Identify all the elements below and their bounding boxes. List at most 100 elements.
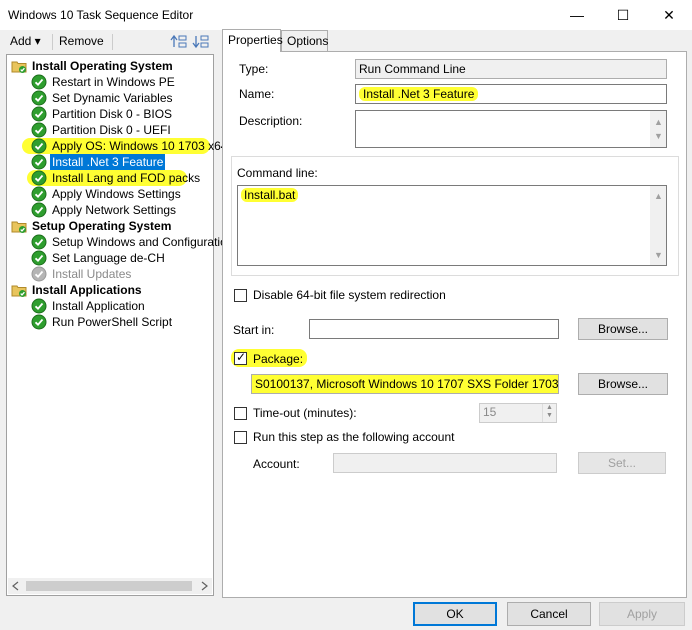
apply-button: Apply [599,602,685,626]
run-as-account-checkbox[interactable] [234,431,247,444]
green-check-icon [31,122,47,138]
browse-label: Browse... [597,322,648,336]
add-button[interactable]: Add ▾ [10,34,41,48]
tree-group-label: Install Operating System [32,59,173,73]
tree-item-install-lang-fod[interactable]: Install Lang and FOD packs [27,170,200,186]
green-check-icon [31,154,47,170]
checkmark-icon: ✓ [236,350,247,364]
disabled-check-icon [31,266,47,282]
green-check-icon [31,74,47,90]
maximize-button[interactable]: ☐ [600,0,646,30]
set-account-button: Set... [578,452,666,474]
apply-label: Apply [626,607,658,621]
package-value: S0100137, Microsoft Windows 10 1707 SXS … [255,377,559,391]
green-check-icon [31,202,47,218]
tree-horizontal-scrollbar[interactable] [8,578,212,594]
close-icon: ✕ [663,6,675,23]
minimize-button[interactable]: — [554,0,600,30]
tree-item-label: Apply OS: Windows 10 1703 x64 [52,139,228,153]
move-up-icon[interactable] [170,34,188,50]
name-label: Name: [239,87,275,101]
description-label: Description: [239,114,303,128]
move-down-icon[interactable] [192,34,210,50]
ok-label: OK [446,607,464,621]
folder-icon [11,58,27,74]
toolbar-divider [52,34,53,50]
green-check-icon [31,170,47,186]
tree-item-label: Run PowerShell Script [52,315,173,329]
command-line-scrollbar[interactable]: ▲ ▼ [650,186,666,265]
tree-item-label: Install Application [52,299,145,313]
start-in-browse-button[interactable]: Browse... [578,318,668,340]
toolbar-divider [112,34,113,50]
green-check-icon [31,90,47,106]
name-value: Install .Net 3 Feature [359,87,479,101]
package-field: S0100137, Microsoft Windows 10 1707 SXS … [251,374,559,394]
type-label: Type: [239,62,269,76]
type-field: Run Command Line [355,59,667,79]
timeout-checkbox[interactable] [234,407,247,420]
command-line-value: Install.bat [241,188,299,202]
green-check-icon [31,186,47,202]
description-scrollbar[interactable]: ▲ ▼ [650,111,666,147]
timeout-label: Time-out (minutes): [253,406,357,420]
cancel-label: Cancel [530,607,568,621]
folder-icon [11,282,27,298]
package-browse-button[interactable]: Browse... [578,373,668,395]
command-line-field[interactable]: Install.bat ▲ ▼ [237,185,667,266]
tree-item-label: Restart in Windows PE [52,75,175,89]
command-line-label: Command line: [237,166,318,180]
account-label: Account: [253,457,300,471]
tab-properties-label: Properties [228,33,283,47]
ok-button[interactable]: OK [413,602,497,626]
disable-64bit-checkbox[interactable] [234,289,247,302]
maximize-icon: ☐ [616,6,630,23]
tree-item-label: Setup Windows and Configuration [52,235,234,249]
account-field [333,453,557,473]
green-check-icon [31,314,47,330]
cancel-button[interactable]: Cancel [507,602,591,626]
folder-icon [11,218,27,234]
tree-group-label: Install Applications [32,283,142,297]
stepper-arrows-icon[interactable]: ▲ ▼ [542,404,556,422]
start-in-label: Start in: [233,323,275,337]
browse-label: Browse... [597,377,648,391]
title-bar: Windows 10 Task Sequence Editor — ☐ ✕ [0,0,692,30]
tree-toolbar: Add ▾ Remove [6,32,214,52]
package-checkbox[interactable]: ✓ [234,350,247,365]
tree-item-label: Install .Net 3 Feature [50,154,166,170]
tree-item-label: Partition Disk 0 - BIOS [52,107,173,121]
green-check-icon [31,298,47,314]
name-field[interactable]: Install .Net 3 Feature [355,84,667,104]
tree-item-apply-os[interactable]: Apply OS: Windows 10 1703 x64 [22,138,227,154]
start-in-field[interactable] [309,319,559,339]
timeout-stepper[interactable]: 15 ▲ ▼ [479,403,557,423]
tree-group-label: Setup Operating System [32,219,172,233]
run-as-account-label: Run this step as the following account [253,430,455,444]
set-label: Set... [607,456,636,470]
green-check-icon [31,250,47,266]
tree-item-label: Set Dynamic Variables [52,91,173,105]
properties-panel: Type: Run Command Line Name: Install .Ne… [222,51,687,598]
green-check-icon [31,106,47,122]
disable-64bit-label: Disable 64-bit file system redirection [253,288,446,302]
tree-item-label: Install Lang and FOD packs [52,171,201,185]
window-title: Windows 10 Task Sequence Editor [8,8,194,22]
type-value: Run Command Line [359,62,466,76]
command-line-group: Command line: Install.bat ▲ ▼ [231,156,679,276]
tree-item-label: Install Updates [52,267,132,281]
timeout-value: 15 [483,405,497,419]
description-field[interactable]: ▲ ▼ [355,110,667,148]
tab-options[interactable]: Options [281,30,328,52]
package-label: Package: [253,352,304,366]
tab-properties[interactable]: Properties [222,29,283,52]
remove-button[interactable]: Remove [59,34,104,48]
tab-options-label: Options [287,34,329,48]
green-check-icon [31,234,47,250]
green-check-icon [31,138,47,154]
tree-item-label: Apply Network Settings [52,203,177,217]
tree-item-label: Set Language de-CH [52,251,165,265]
close-button[interactable]: ✕ [646,0,692,30]
task-sequence-tree[interactable]: Install Operating System Restart in Wind… [6,54,233,596]
tree-item-label: Partition Disk 0 - UEFI [52,123,171,137]
